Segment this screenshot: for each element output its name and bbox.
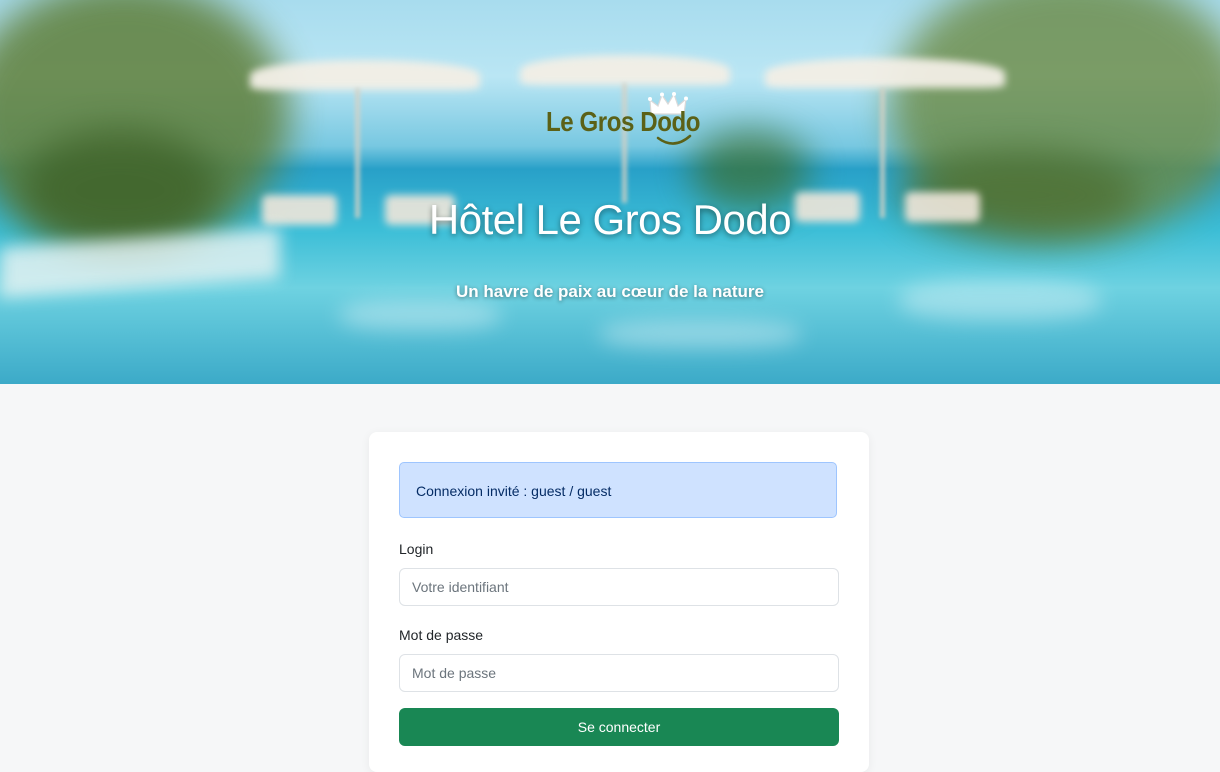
password-label: Mot de passe xyxy=(399,627,484,643)
password-input[interactable] xyxy=(399,654,839,692)
hotel-logo: Le Gros Dodo xyxy=(546,92,700,152)
water-reflection xyxy=(340,300,500,330)
background-umbrella xyxy=(520,55,730,85)
page-subtitle: Un havre de paix au cœur de la nature xyxy=(456,282,764,301)
background-umbrella xyxy=(250,60,480,90)
hero-banner: Le Gros Dodo Hôtel Le Gros Dodo Un havre… xyxy=(0,0,1220,384)
page-title: Hôtel Le Gros Dodo xyxy=(428,196,792,243)
background-umbrella xyxy=(765,58,1005,88)
login-button[interactable]: Se connecter xyxy=(399,708,839,746)
guest-login-notice: Connexion invité : guest / guest xyxy=(399,462,837,518)
water-reflection xyxy=(600,320,800,348)
logo-swoosh-icon xyxy=(656,134,692,145)
login-card: Connexion invité : guest / guest Login M… xyxy=(369,432,869,772)
login-input[interactable] xyxy=(399,568,839,606)
login-label: Login xyxy=(399,541,434,557)
